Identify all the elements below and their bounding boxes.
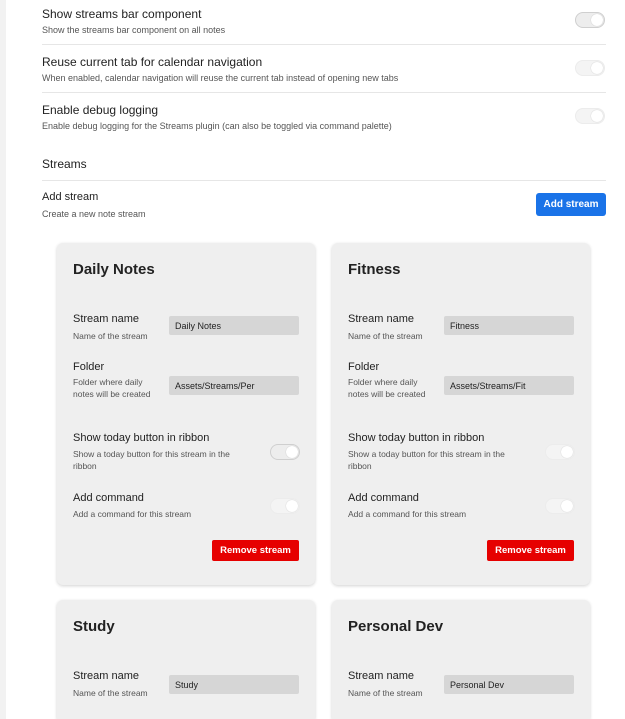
remove-stream-button[interactable]: Remove stream: [487, 540, 574, 561]
setting-desc: When enabled, calendar navigation will r…: [42, 73, 399, 83]
ribbon-label: Show today button in ribbon: [348, 432, 485, 444]
stream-card-fitness: Fitness Stream name Name of the stream F…: [332, 243, 590, 585]
stream-title: Study: [73, 618, 115, 635]
ribbon-desc: Show a today button for this stream in t…: [348, 449, 505, 471]
add-stream-desc: Create a new note stream: [42, 209, 146, 219]
stream-card-daily-notes: Daily Notes Stream name Name of the stre…: [57, 243, 315, 585]
toggle-knob: [561, 446, 573, 458]
toggle-knob: [591, 14, 603, 26]
command-toggle[interactable]: [270, 498, 300, 514]
toggle-knob: [286, 500, 298, 512]
setting-name: Show streams bar component: [42, 7, 202, 21]
command-desc: Add a command for this stream: [73, 509, 192, 519]
stream-name-input[interactable]: Daily Notes: [169, 316, 299, 335]
add-stream-name: Add stream: [42, 191, 99, 203]
remove-stream-button[interactable]: Remove stream: [212, 540, 299, 561]
stream-name-desc: Name of the stream: [73, 331, 148, 341]
show-streams-bar-toggle[interactable]: [575, 12, 605, 28]
setting-debug-logging: Enable debug logging Enable debug loggin…: [42, 92, 606, 140]
setting-desc: Show the streams bar component on all no…: [42, 25, 226, 35]
folder-desc: Folder where daily notes will be created: [348, 377, 426, 399]
command-label: Add command: [73, 492, 144, 504]
folder-desc: Folder where daily notes will be created: [73, 377, 151, 399]
add-stream-button[interactable]: Add stream: [536, 193, 606, 216]
command-label: Add command: [348, 492, 419, 504]
stream-title: Fitness: [348, 261, 401, 278]
stream-name-label: Stream name: [348, 313, 415, 325]
stream-name-desc: Name of the stream: [348, 331, 423, 341]
ribbon-label: Show today button in ribbon: [73, 432, 210, 444]
ribbon-desc: Show a today button for this stream in t…: [73, 449, 230, 471]
setting-name: Enable debug logging: [42, 103, 159, 117]
reuse-tab-toggle[interactable]: [575, 60, 605, 76]
setting-show-streams-bar: Show streams bar component Show the stre…: [42, 0, 606, 45]
folder-input[interactable]: Assets/Streams/Per: [169, 376, 299, 395]
stream-name-label: Stream name: [73, 670, 140, 682]
toggle-knob: [591, 110, 603, 122]
stream-name-label: Stream name: [348, 670, 415, 682]
command-toggle[interactable]: [545, 498, 575, 514]
folder-input[interactable]: Assets/Streams/Fit: [444, 376, 574, 395]
stream-title: Daily Notes: [73, 261, 155, 278]
toggle-knob: [561, 500, 573, 512]
ribbon-toggle[interactable]: [270, 444, 300, 460]
stream-card-personal-dev: Personal Dev Stream name Name of the str…: [332, 600, 590, 719]
left-rail: [0, 0, 6, 719]
toggle-knob: [591, 62, 603, 74]
stream-name-input[interactable]: Study: [169, 675, 299, 694]
stream-name-label: Stream name: [73, 313, 140, 325]
command-desc: Add a command for this stream: [348, 509, 467, 519]
stream-title: Personal Dev: [348, 618, 444, 635]
section-divider: [42, 180, 606, 181]
folder-label: Folder: [73, 361, 105, 373]
setting-desc: Enable debug logging for the Streams plu…: [42, 121, 392, 131]
stream-card-study: Study Stream name Name of the stream Stu…: [57, 600, 315, 719]
folder-label: Folder: [348, 361, 380, 373]
stream-name-input[interactable]: Personal Dev: [444, 675, 574, 694]
toggle-knob: [286, 446, 298, 458]
setting-reuse-tab: Reuse current tab for calendar navigatio…: [42, 44, 606, 93]
debug-logging-toggle[interactable]: [575, 108, 605, 124]
stream-name-input[interactable]: Fitness: [444, 316, 574, 335]
streams-heading: Streams: [42, 157, 87, 171]
stream-name-desc: Name of the stream: [348, 688, 423, 698]
setting-name: Reuse current tab for calendar navigatio…: [42, 55, 263, 69]
ribbon-toggle[interactable]: [545, 444, 575, 460]
stream-name-desc: Name of the stream: [73, 688, 148, 698]
